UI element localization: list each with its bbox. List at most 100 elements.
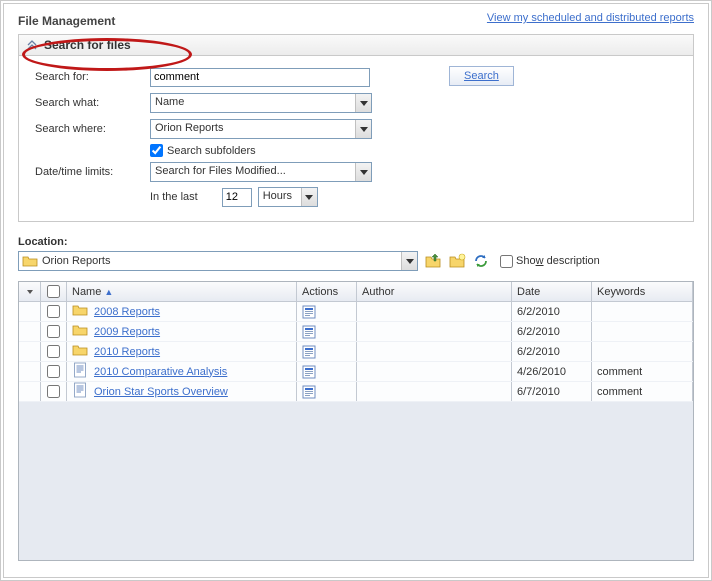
row-name-cell: 2009 Reports	[67, 322, 297, 341]
row-keywords	[592, 302, 693, 321]
folder-icon	[72, 302, 94, 321]
up-folder-button[interactable]	[424, 252, 442, 270]
row-actions[interactable]	[297, 342, 357, 361]
date-time-label: Date/time limits:	[35, 166, 150, 178]
folder-icon	[72, 322, 94, 341]
row-name-cell: 2010 Comparative Analysis	[67, 362, 297, 381]
show-description-checkbox[interactable]	[500, 255, 513, 268]
folder-icon	[22, 254, 38, 268]
search-subfolders-label: Search subfolders	[167, 145, 256, 157]
search-where-select[interactable]: Orion Reports	[150, 119, 372, 139]
row-checkbox[interactable]	[47, 325, 60, 338]
search-panel: Search for files Search for: Search what…	[18, 34, 694, 222]
row-keywords: comment	[592, 382, 693, 401]
row-keywords	[592, 342, 693, 361]
location-label: Location:	[18, 236, 694, 248]
row-name-cell: 2010 Reports	[67, 342, 297, 361]
row-menu	[19, 302, 41, 321]
select-all-checkbox[interactable]	[47, 285, 60, 298]
chevron-down-icon	[355, 120, 371, 138]
search-what-select[interactable]: Name	[150, 93, 372, 113]
row-menu	[19, 362, 41, 381]
row-keywords: comment	[592, 362, 693, 381]
row-checkbox[interactable]	[47, 345, 60, 358]
row-checkbox-cell	[41, 362, 67, 381]
row-actions[interactable]	[297, 382, 357, 401]
row-checkbox[interactable]	[47, 385, 60, 398]
search-button[interactable]: Search	[449, 66, 514, 86]
grid-body: 2008 Reports 6/2/2010 2009 Reports 6/2/2010…	[19, 302, 693, 560]
row-date: 6/2/2010	[512, 342, 592, 361]
row-name-cell: Orion Star Sports Overview	[67, 382, 297, 401]
column-actions[interactable]: Actions	[297, 282, 357, 301]
row-menu	[19, 382, 41, 401]
row-checkbox[interactable]	[47, 305, 60, 318]
row-name-cell: 2008 Reports	[67, 302, 297, 321]
row-author	[357, 342, 512, 361]
row-checkbox[interactable]	[47, 365, 60, 378]
sort-ascending-icon: ▲	[104, 287, 113, 297]
table-row: 2010 Comparative Analysis 4/26/2010commen…	[19, 362, 693, 382]
row-name-link[interactable]: 2008 Reports	[94, 306, 160, 318]
row-actions[interactable]	[297, 322, 357, 341]
row-date: 6/2/2010	[512, 322, 592, 341]
search-subfolders-checkbox[interactable]	[150, 144, 163, 157]
table-row: 2009 Reports 6/2/2010	[19, 322, 693, 342]
chevron-down-icon	[301, 188, 317, 206]
in-the-last-label: In the last	[150, 191, 198, 203]
header: File Management View my scheduled and di…	[18, 12, 694, 28]
column-menu[interactable]	[19, 282, 41, 301]
row-date: 6/7/2010	[512, 382, 592, 401]
row-actions[interactable]	[297, 362, 357, 381]
chevron-down-icon	[401, 252, 417, 270]
date-time-select[interactable]: Search for Files Modified...	[150, 162, 372, 182]
column-date[interactable]: Date	[512, 282, 592, 301]
search-what-label: Search what:	[35, 97, 150, 109]
row-checkbox-cell	[41, 302, 67, 321]
show-description-label: Show description	[516, 255, 600, 267]
row-name-link[interactable]: 2009 Reports	[94, 326, 160, 338]
file-grid: Name▲ Actions Author Date Keywords 2008 …	[18, 281, 694, 561]
new-folder-button[interactable]	[448, 252, 466, 270]
refresh-button[interactable]	[472, 252, 490, 270]
in-the-last-unit-select[interactable]: Hours	[258, 187, 318, 207]
search-where-label: Search where:	[35, 123, 150, 135]
location-select[interactable]: Orion Reports	[18, 251, 418, 271]
row-menu	[19, 322, 41, 341]
row-checkbox-cell	[41, 382, 67, 401]
in-the-last-input[interactable]	[222, 188, 252, 207]
chevron-down-icon	[355, 163, 371, 181]
column-keywords[interactable]: Keywords	[592, 282, 693, 301]
column-author[interactable]: Author	[357, 282, 512, 301]
column-select-all[interactable]	[41, 282, 67, 301]
document-icon	[72, 382, 94, 401]
search-panel-header[interactable]: Search for files	[19, 35, 693, 56]
row-keywords	[592, 322, 693, 341]
row-name-link[interactable]: Orion Star Sports Overview	[94, 386, 228, 398]
row-checkbox-cell	[41, 322, 67, 341]
document-icon	[72, 362, 94, 381]
row-checkbox-cell	[41, 342, 67, 361]
grid-header: Name▲ Actions Author Date Keywords	[19, 282, 693, 302]
row-date: 4/26/2010	[512, 362, 592, 381]
page-title: File Management	[18, 14, 115, 28]
scheduled-reports-link[interactable]: View my scheduled and distributed report…	[487, 12, 694, 24]
table-row: 2008 Reports 6/2/2010	[19, 302, 693, 322]
table-row: 2010 Reports 6/2/2010	[19, 342, 693, 362]
row-author	[357, 382, 512, 401]
collapse-icon	[25, 39, 38, 51]
row-author	[357, 362, 512, 381]
row-date: 6/2/2010	[512, 302, 592, 321]
search-body: Search for: Search what: Name Search whe…	[19, 56, 693, 221]
search-for-label: Search for:	[35, 71, 150, 83]
chevron-down-icon	[355, 94, 371, 112]
row-author	[357, 302, 512, 321]
row-name-link[interactable]: 2010 Comparative Analysis	[94, 366, 227, 378]
row-actions[interactable]	[297, 302, 357, 321]
row-menu	[19, 342, 41, 361]
column-name[interactable]: Name▲	[67, 282, 297, 301]
table-row: Orion Star Sports Overview 6/7/2010commen…	[19, 382, 693, 402]
row-name-link[interactable]: 2010 Reports	[94, 346, 160, 358]
search-for-input[interactable]	[150, 68, 370, 87]
search-panel-title: Search for files	[44, 38, 131, 52]
